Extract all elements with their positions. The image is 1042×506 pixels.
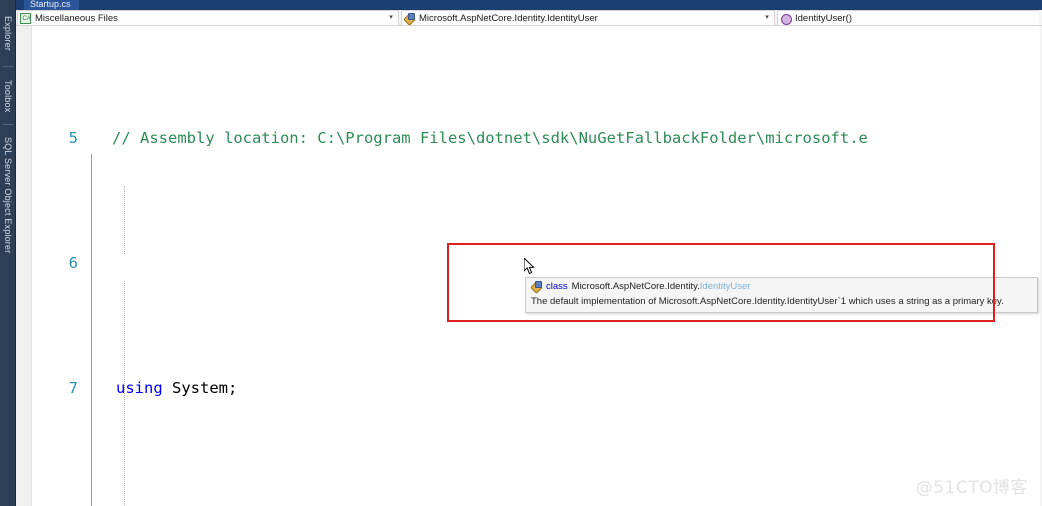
dock-tab-label: Explorer: [3, 16, 13, 52]
tooltip-qualified-prefix: Microsoft.AspNetCore.Identity.: [571, 281, 700, 292]
dock-tab-sql-server-object-explorer[interactable]: SQL Server Object Explorer: [0, 130, 16, 260]
member-dropdown[interactable]: IdentityUser(): [777, 10, 1039, 26]
navigation-bar: Miscellaneous Files ▾ Microsoft.AspNetCo…: [16, 10, 1042, 26]
quick-info-tooltip: class Microsoft.AspNetCore.Identity. Ide…: [525, 277, 1038, 313]
tooltip-type-name: IdentityUser: [699, 281, 751, 292]
dock-divider: [3, 66, 13, 67]
document-tab-startup-cs[interactable]: Startup.cs: [24, 0, 79, 10]
method-icon: [780, 13, 792, 25]
tooltip-keyword: class: [546, 281, 568, 292]
type-dropdown[interactable]: Microsoft.AspNetCore.Identity.IdentityUs…: [401, 10, 775, 26]
class-icon: [531, 281, 543, 293]
left-tool-dock: Explorer Toolbox SQL Server Object Explo…: [0, 0, 16, 506]
type-dropdown-label: Microsoft.AspNetCore.Identity.IdentityUs…: [419, 12, 598, 24]
csharp-project-icon: [20, 12, 32, 25]
code-line[interactable]: 6: [16, 251, 1042, 276]
watermark: @51CTO博客: [915, 478, 1028, 498]
line-number: 6: [68, 254, 78, 272]
visual-studio-window: Explorer Toolbox SQL Server Object Explo…: [0, 0, 1042, 506]
chevron-down-icon[interactable]: ▾: [762, 11, 772, 25]
code-line[interactable]: 5 // Assembly location: C:\Program Files…: [16, 126, 1042, 151]
chevron-down-icon[interactable]: ▾: [386, 11, 396, 25]
tooltip-description: The default implementation of Microsoft.…: [531, 296, 1004, 307]
code-line[interactable]: 8: [16, 501, 1042, 506]
code-token: System;: [162, 379, 238, 397]
document-tab-label: Startup.cs: [30, 0, 71, 9]
member-dropdown-label: IdentityUser(): [795, 12, 853, 24]
class-icon: [404, 12, 415, 24]
project-dropdown[interactable]: Miscellaneous Files ▾: [17, 10, 399, 26]
code-text-area[interactable]: 5 // Assembly location: C:\Program Files…: [16, 26, 1042, 506]
dock-tab-label: Toolbox: [3, 79, 13, 113]
dock-tab-toolbox[interactable]: Toolbox: [0, 72, 16, 120]
dock-tab-solution-explorer[interactable]: Explorer: [0, 6, 16, 62]
line-number: 8: [38, 501, 78, 506]
code-line[interactable]: 7 using System;: [16, 376, 1042, 401]
dock-divider: [3, 124, 13, 125]
code-editor[interactable]: 5 // Assembly location: C:\Program Files…: [16, 26, 1042, 506]
project-dropdown-label: Miscellaneous Files: [35, 12, 118, 24]
keyword-token: using: [116, 379, 163, 397]
line-number: 7: [68, 379, 78, 397]
line-number: 5: [68, 129, 78, 147]
tooltip-signature-line: class Microsoft.AspNetCore.Identity. Ide…: [531, 281, 1032, 293]
line-content: // Assembly location: C:\Program Files\d…: [112, 129, 868, 147]
dock-tab-label: SQL Server Object Explorer: [3, 136, 13, 254]
document-tab-strip: Startup.cs: [16, 0, 1042, 10]
line-content: using System;: [116, 376, 237, 401]
